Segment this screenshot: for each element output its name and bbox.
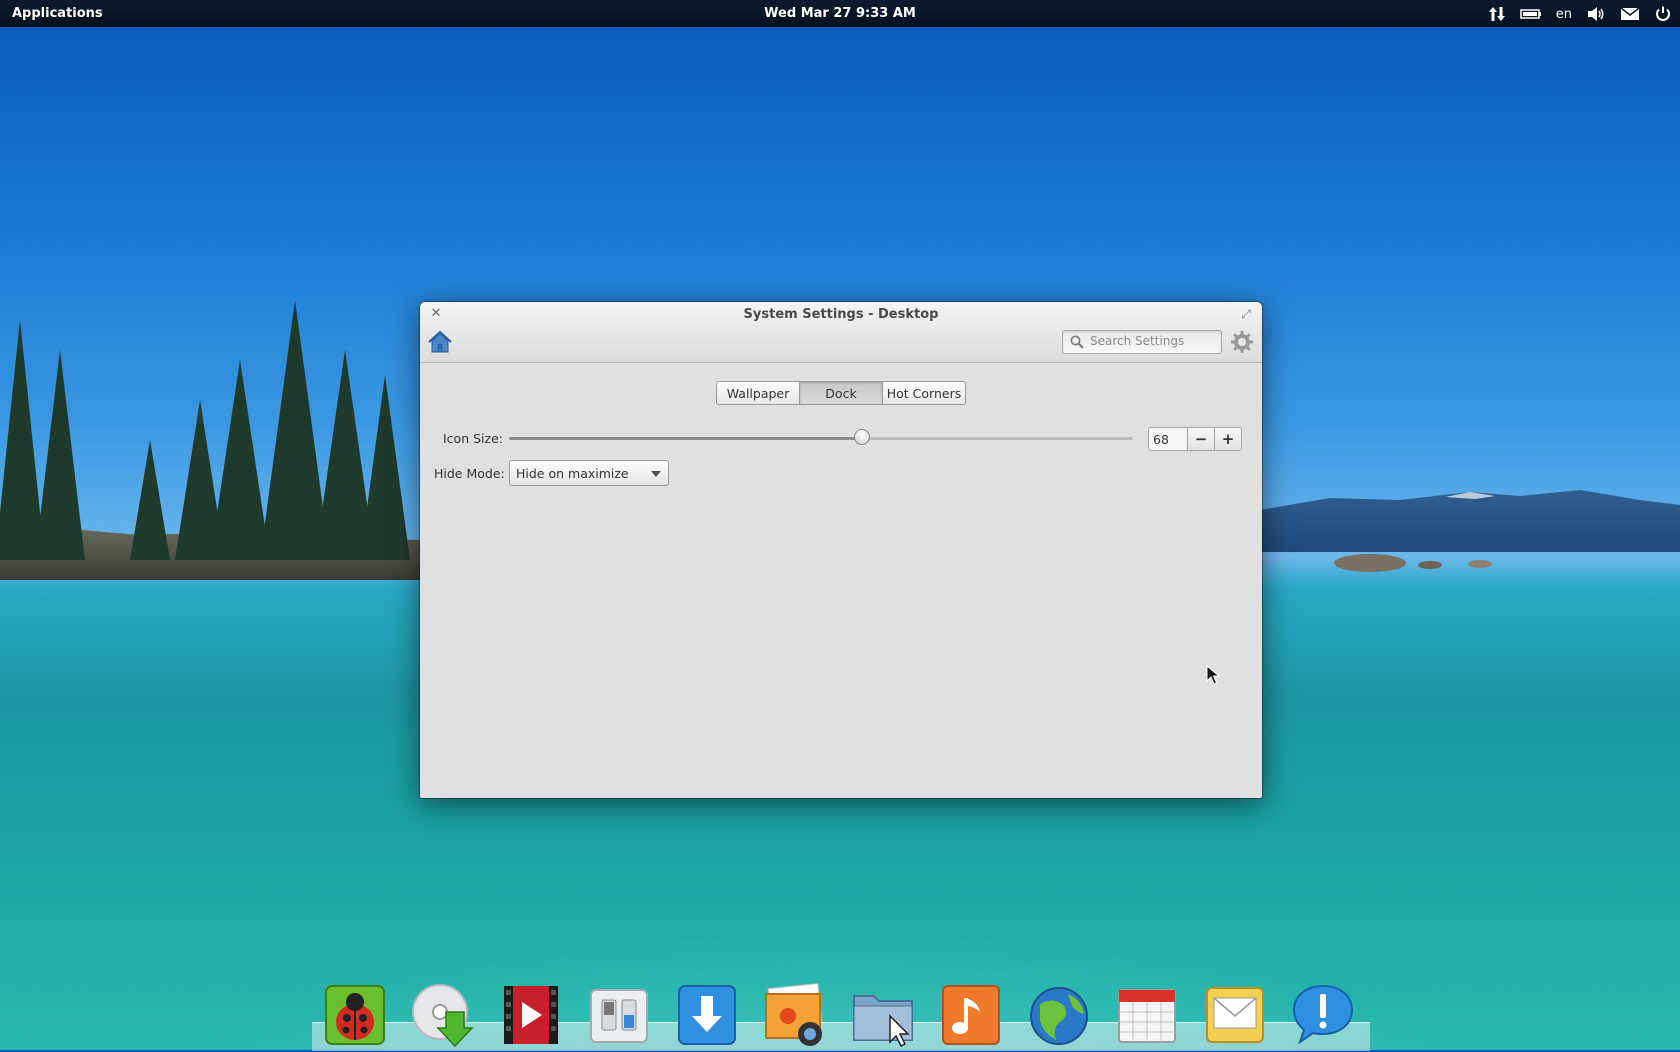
settings-tabs: Wallpaper Dock Hot Corners [716,381,966,405]
panel-clock[interactable]: Wed Mar 27 9:33 AM [0,6,1680,21]
mail-client-icon[interactable] [1202,982,1268,1048]
search-field[interactable] [1062,330,1222,354]
search-icon [1070,335,1084,349]
mail-icon[interactable] [1620,3,1640,25]
gear-icon[interactable] [1230,330,1254,354]
system-settings-window: ✕ System Settings - Desktop ⤢ Search Set… [420,302,1262,798]
icon-size-slider-track[interactable] [509,437,1133,440]
hide-mode-dropdown[interactable]: Hide on maximize [509,460,669,486]
search-input[interactable] [1090,332,1216,350]
system-settings-icon[interactable] [586,982,652,1048]
calendar-icon[interactable] [1114,982,1180,1048]
increase-button[interactable]: + [1214,427,1242,451]
photos-icon[interactable] [762,982,828,1048]
hide-mode-label: Hide Mode: [434,466,505,481]
network-transfer-icon[interactable] [1488,3,1506,25]
disc-install-icon[interactable] [410,982,476,1048]
tab-wallpaper[interactable]: Wallpaper [716,381,800,405]
notification-app-icon[interactable] [1290,982,1356,1048]
tab-hot-corners[interactable]: Hot Corners [882,381,966,405]
tab-dock[interactable]: Dock [799,381,883,405]
decrease-button[interactable]: − [1187,427,1215,451]
dropdown-arrow-icon [651,471,661,477]
maximize-icon[interactable]: ⤢ [1238,306,1254,322]
battery-icon[interactable] [1520,3,1542,25]
icon-size-slider-handle[interactable] [853,429,870,445]
web-browser-icon[interactable] [1026,982,1092,1048]
download-icon[interactable] [674,982,740,1048]
video-player-icon[interactable] [498,982,564,1048]
icon-size-label: Icon Size: [443,431,503,446]
icon-size-input[interactable] [1148,427,1188,451]
top-panel: Applications Wed Mar 27 9:33 AM en [0,0,1680,27]
mouse-cursor-icon [1206,665,1220,685]
music-icon[interactable] [938,982,1004,1048]
file-manager-icon[interactable] [850,982,916,1048]
home-icon[interactable] [426,328,454,356]
window-titlebar[interactable]: ✕ System Settings - Desktop ⤢ [420,302,1262,363]
ladybug-app-icon[interactable] [322,982,388,1048]
window-title: System Settings - Desktop [743,307,939,322]
icon-size-stepper: − + [1148,427,1242,451]
system-tray: en [1488,3,1672,25]
keyboard-layout-indicator[interactable]: en [1556,3,1572,25]
power-icon[interactable] [1654,3,1672,25]
volume-icon[interactable] [1586,3,1606,25]
hide-mode-selected: Hide on maximize [516,466,629,481]
